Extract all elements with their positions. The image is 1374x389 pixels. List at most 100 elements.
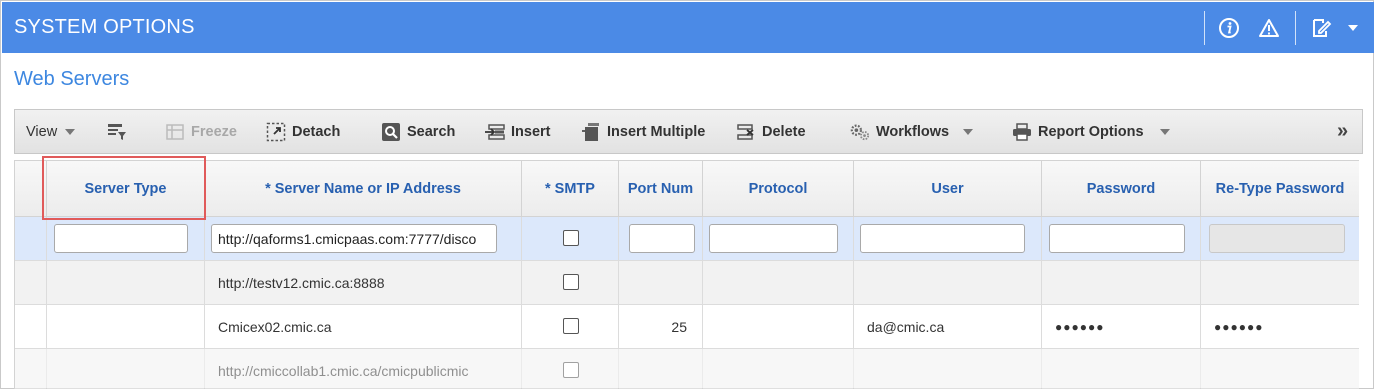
section-title: Web Servers [14, 68, 130, 90]
table-row[interactable]: http://testv12.cmic.ca:8888 [15, 261, 1359, 305]
server-name-input[interactable]: http://qaforms1.cmicpaas.com:7777/disco [211, 224, 497, 253]
protocol-cell[interactable] [703, 305, 854, 348]
delete-row-icon [736, 122, 756, 142]
search-label: Search [407, 123, 456, 140]
server-type-cell[interactable] [47, 305, 205, 348]
column-header-server-name[interactable]: * Server Name or IP Address [205, 161, 522, 217]
search-button[interactable]: Search [381, 110, 455, 153]
protocol-cell[interactable] [703, 261, 854, 304]
insert-row-icon [485, 122, 505, 142]
row-selector[interactable] [15, 305, 47, 348]
column-header-protocol[interactable]: Protocol [703, 161, 854, 217]
view-menu[interactable]: View [26, 110, 76, 153]
port-num-cell [619, 217, 703, 260]
info-icon[interactable] [1217, 16, 1241, 40]
view-caret-icon [65, 128, 76, 135]
column-header-retype-password[interactable]: Re-Type Password [1201, 161, 1359, 217]
row-selector[interactable] [15, 349, 47, 389]
delete-button[interactable]: Delete [736, 110, 806, 153]
port-num-cell[interactable] [619, 349, 703, 389]
port-num-input[interactable] [629, 224, 695, 253]
app-frame: SYSTEM OPTIONS Web Servers View Freeze D… [0, 0, 1374, 389]
freeze-label: Freeze [191, 123, 237, 140]
title-separator [1204, 11, 1205, 45]
server-type-cell [47, 217, 205, 260]
password-input[interactable] [1049, 224, 1185, 253]
printer-icon [1012, 122, 1032, 142]
protocol-cell[interactable] [703, 349, 854, 389]
server-type-cell[interactable] [47, 349, 205, 389]
web-servers-grid: Server Type * Server Name or IP Address … [14, 160, 1359, 389]
column-header-port-num[interactable]: Port Num [619, 161, 703, 217]
insert-multiple-label: Insert Multiple [607, 123, 706, 140]
protocol-cell [703, 217, 854, 260]
user-cell[interactable] [854, 261, 1042, 304]
toolbar-overflow-button[interactable]: » [1337, 110, 1348, 153]
server-type-highlight-box [42, 156, 206, 220]
overflow-chevrons-icon: » [1337, 120, 1349, 142]
server-name-cell[interactable]: Cmicex02.cmic.ca [205, 305, 522, 348]
server-name-cell: http://qaforms1.cmicpaas.com:7777/disco [205, 217, 522, 260]
password-cell[interactable] [1042, 349, 1201, 389]
protocol-input[interactable] [709, 224, 838, 253]
smtp-cell [522, 217, 619, 260]
column-header-user[interactable]: User [854, 161, 1042, 217]
gears-icon [850, 122, 870, 142]
port-num-cell[interactable]: 25 [619, 305, 703, 348]
grid-header: Server Type * Server Name or IP Address … [15, 160, 1359, 217]
row-selector[interactable] [15, 261, 47, 304]
user-cell[interactable] [854, 349, 1042, 389]
smtp-checkbox[interactable] [563, 230, 579, 246]
detach-icon [266, 122, 286, 142]
edit-notes-icon[interactable] [1309, 16, 1333, 40]
port-num-cell[interactable] [619, 261, 703, 304]
smtp-checkbox[interactable] [563, 362, 579, 378]
filter-button[interactable] [107, 110, 133, 153]
view-label: View [26, 123, 58, 140]
delete-label: Delete [762, 123, 806, 140]
freeze-icon [165, 122, 185, 142]
title-bar: SYSTEM OPTIONS [2, 2, 1374, 53]
insert-label: Insert [511, 123, 551, 140]
report-options-menu[interactable]: Report Options [1012, 110, 1170, 153]
user-cell[interactable]: da@cmic.ca [854, 305, 1042, 348]
column-header-smtp[interactable]: * SMTP [522, 161, 619, 217]
row-selector[interactable] [15, 217, 47, 260]
table-row[interactable]: http://qaforms1.cmicpaas.com:7777/disco [15, 217, 1359, 261]
password-cell[interactable] [1042, 261, 1201, 304]
insert-button[interactable]: Insert [485, 110, 551, 153]
workflows-menu[interactable]: Workflows [850, 110, 974, 153]
retype-password-cell [1201, 217, 1359, 260]
smtp-cell [522, 261, 619, 304]
retype-password-cell[interactable] [1201, 349, 1359, 389]
column-header-password[interactable]: Password [1042, 161, 1201, 217]
user-cell [854, 217, 1042, 260]
dropdown-caret-icon[interactable] [1341, 16, 1365, 40]
password-cell[interactable]: ●●●●●● [1042, 305, 1201, 348]
smtp-cell [522, 305, 619, 348]
warning-icon[interactable] [1257, 16, 1281, 40]
password-cell [1042, 217, 1201, 260]
table-row[interactable]: Cmicex02.cmic.ca 25 da@cmic.ca ●●●●●● ●●… [15, 305, 1359, 349]
insert-multiple-button[interactable]: Insert Multiple [581, 110, 705, 153]
server-name-cell[interactable]: http://cmiccollab1.cmic.ca/cmicpublicmic [205, 349, 522, 389]
server-type-input[interactable] [54, 224, 188, 253]
table-row[interactable]: http://cmiccollab1.cmic.ca/cmicpublicmic [15, 349, 1359, 389]
user-input[interactable] [860, 224, 1025, 253]
server-type-cell[interactable] [47, 261, 205, 304]
freeze-button[interactable]: Freeze [165, 110, 237, 153]
window-title: SYSTEM OPTIONS [14, 16, 195, 38]
workflows-label: Workflows [876, 123, 950, 140]
detach-button[interactable]: Detach [266, 110, 340, 153]
server-name-cell[interactable]: http://testv12.cmic.ca:8888 [205, 261, 522, 304]
retype-password-cell[interactable]: ●●●●●● [1201, 305, 1359, 348]
retype-password-cell[interactable] [1201, 261, 1359, 304]
filter-grid-icon [107, 122, 127, 142]
grid-toolbar: View Freeze Detach Search Insert Insert … [14, 109, 1363, 154]
smtp-checkbox[interactable] [563, 318, 579, 334]
smtp-checkbox[interactable] [563, 274, 579, 290]
workflows-caret-icon [963, 128, 974, 135]
detach-label: Detach [292, 123, 341, 140]
report-options-label: Report Options [1038, 123, 1144, 140]
search-icon [381, 122, 401, 142]
